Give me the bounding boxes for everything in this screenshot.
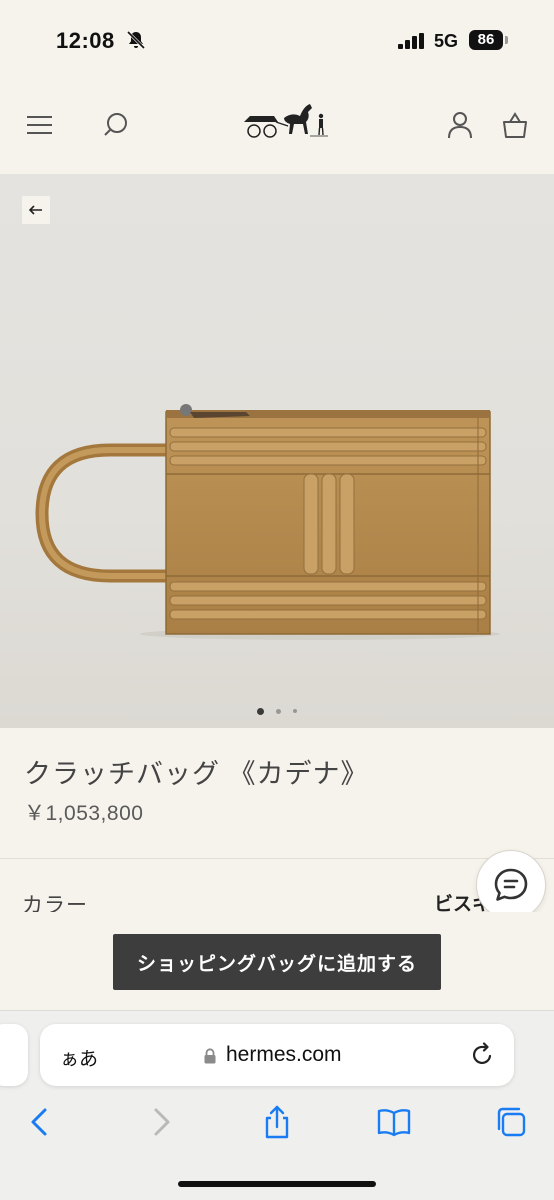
hermes-carriage-logo[interactable]: [240, 98, 328, 140]
carousel-dots[interactable]: [0, 706, 554, 716]
bookmarks-icon[interactable]: [377, 1105, 411, 1139]
back-icon[interactable]: [24, 1105, 58, 1139]
menu-icon[interactable]: [25, 110, 55, 140]
carousel-dot[interactable]: [257, 707, 264, 715]
back-button[interactable]: [22, 196, 50, 224]
chat-bubble-icon: [494, 868, 528, 901]
previous-tab-preview[interactable]: [0, 1024, 28, 1086]
carousel-dot[interactable]: [293, 709, 297, 713]
arrow-left-icon: [29, 205, 42, 215]
url-text[interactable]: hermes.com: [226, 1043, 342, 1067]
bell-muted-icon: [126, 30, 146, 50]
lock-icon: [204, 1048, 216, 1064]
status-time: 12:08: [56, 28, 115, 53]
home-indicator[interactable]: [178, 1181, 376, 1187]
search-icon[interactable]: [101, 110, 131, 140]
forward-icon[interactable]: [143, 1105, 177, 1139]
browser-toolbar: ぁあ hermes.com: [0, 1010, 554, 1200]
address-bar[interactable]: ぁあ hermes.com: [40, 1024, 514, 1086]
site-header: [0, 84, 554, 174]
product-image-carousel[interactable]: [0, 174, 554, 728]
add-to-bag-button[interactable]: ショッピングバッグに追加する: [113, 934, 441, 990]
signal-icon: [398, 33, 424, 49]
network-label: 5G: [434, 31, 459, 51]
carousel-dot[interactable]: [276, 708, 281, 714]
tabs-icon[interactable]: [494, 1105, 528, 1139]
page-format-button[interactable]: ぁあ: [60, 1044, 98, 1071]
clutch-bag-product-photo: [35, 404, 500, 640]
account-icon[interactable]: [445, 110, 475, 140]
reload-icon[interactable]: [470, 1042, 496, 1068]
share-icon[interactable]: [260, 1105, 294, 1139]
battery-icon: 86: [469, 30, 503, 50]
product-name: クラッチバッグ 《カデナ》: [24, 759, 369, 789]
product-price: ￥1,053,800: [24, 802, 144, 825]
chat-button[interactable]: [476, 850, 546, 920]
status-bar: 12:08 5G 86: [0, 0, 554, 84]
shopping-bag-icon[interactable]: [500, 110, 530, 140]
divider: [0, 858, 554, 859]
battery-tip: [505, 36, 508, 44]
